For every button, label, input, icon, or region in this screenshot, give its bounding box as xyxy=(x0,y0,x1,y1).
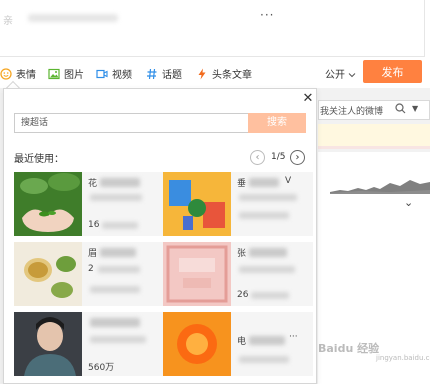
emoji-label: 表情 xyxy=(16,70,36,81)
topic-card-title: 张 xyxy=(237,249,247,259)
composer-area[interactable]: 亲 xyxy=(0,0,430,58)
blurred-title xyxy=(249,336,285,345)
baidu-watermark: Baidu 经验 xyxy=(318,342,380,355)
blurred-line xyxy=(102,222,138,229)
divider xyxy=(318,146,430,149)
blurred-line xyxy=(90,286,140,293)
topic-label: 话题 xyxy=(162,70,182,81)
video-label: 视频 xyxy=(112,70,132,81)
composer-textarea[interactable] xyxy=(0,0,425,57)
topic-card-stat: 560万 xyxy=(88,363,115,373)
blurred-title xyxy=(100,178,140,187)
tea-cup-image xyxy=(14,242,82,306)
lightning-icon xyxy=(198,68,206,79)
blurred-title xyxy=(90,318,140,327)
topic-card[interactable]: 垂 V xyxy=(163,172,313,236)
blurred-line xyxy=(239,356,289,363)
topic-search-button[interactable]: 搜索 xyxy=(248,113,306,133)
visibility-select[interactable]: 公开 xyxy=(325,66,356,81)
topic-card-stat: 16 xyxy=(88,220,100,230)
blurred-line xyxy=(239,212,289,219)
chevron-right-icon: › xyxy=(295,152,300,163)
composer-blurred-text xyxy=(28,14,118,22)
blurred-title xyxy=(249,248,287,257)
pager-next-button[interactable]: › xyxy=(290,150,305,165)
visibility-label: 公开 xyxy=(325,70,345,81)
topic-card-more[interactable]: ··· xyxy=(289,332,298,342)
blurred-line xyxy=(239,266,295,273)
chevron-down-icon xyxy=(348,73,356,78)
topic-thumbnail xyxy=(163,242,231,306)
topic-search-input[interactable]: 搜超话 xyxy=(14,113,248,133)
search-icon[interactable] xyxy=(395,103,406,114)
topic-thumbnail xyxy=(14,242,82,306)
blurred-line xyxy=(90,194,142,201)
image-label: 图片 xyxy=(64,70,84,81)
post-button[interactable]: 发布 xyxy=(363,60,422,83)
topic-thumbnail xyxy=(14,312,82,376)
topic-button[interactable]: 话题 xyxy=(146,66,182,81)
headline-article-button[interactable]: 头条文章 xyxy=(196,66,252,81)
poster-image xyxy=(163,242,231,306)
topic-thumbnail xyxy=(163,172,231,236)
topic-card[interactable]: 眉 2 xyxy=(14,242,164,306)
feed-expand-icon[interactable]: ⌄ xyxy=(404,196,413,209)
video-icon xyxy=(96,69,108,78)
hashtag-icon xyxy=(147,68,157,79)
landscape-image xyxy=(330,180,430,194)
emoji-button[interactable]: 表情 xyxy=(0,66,36,81)
emoji-icon xyxy=(0,67,12,80)
image-button[interactable]: 图片 xyxy=(48,66,84,81)
topic-card-title: 电 xyxy=(237,337,247,347)
topic-thumbnail xyxy=(14,172,82,236)
video-button[interactable]: 视频 xyxy=(96,66,132,81)
topic-card[interactable]: 电 ··· xyxy=(163,312,313,376)
topic-card[interactable]: 560万 xyxy=(14,312,164,376)
topic-card-title: 垂 xyxy=(237,179,247,189)
blurred-line xyxy=(239,194,297,201)
pager-count: 1/5 xyxy=(271,152,286,162)
topic-card-title: 眉 xyxy=(88,249,98,259)
topic-card[interactable]: 花 16 xyxy=(14,172,164,236)
orange-logo-image xyxy=(163,312,231,376)
blurred-title xyxy=(249,178,279,187)
topic-card-suffix: V xyxy=(285,176,292,186)
image-icon xyxy=(48,68,60,79)
topic-card-stat: 26 xyxy=(237,290,249,300)
cartoon-image xyxy=(163,172,231,236)
more-options-icon[interactable]: ··· xyxy=(260,8,274,22)
tea-hands-image xyxy=(14,172,82,236)
recent-used-label: 最近使用： xyxy=(14,154,64,165)
feed-search-placeholder: 我关注人的微博 xyxy=(320,107,384,117)
headline-label: 头条文章 xyxy=(212,70,252,81)
topic-thumbnail xyxy=(163,312,231,376)
topic-card-title: 花 xyxy=(88,179,98,189)
blurred-line xyxy=(251,292,289,299)
topic-card[interactable]: 张 26 xyxy=(163,242,313,306)
notice-strip xyxy=(318,124,430,147)
close-icon[interactable]: ✕ xyxy=(301,92,315,106)
person-portrait-image xyxy=(14,312,82,376)
baidu-watermark-url: jingyan.baidu.com xyxy=(376,354,430,362)
blurred-title xyxy=(100,248,136,257)
composer-text: 亲 xyxy=(3,16,13,27)
chevron-left-icon: ‹ xyxy=(255,152,260,163)
blurred-line xyxy=(90,336,146,343)
caret-down-icon[interactable]: ▼ xyxy=(412,104,418,113)
topic-card-stat: 2 xyxy=(88,264,94,274)
blurred-line xyxy=(98,266,140,273)
pager-prev-button[interactable]: ‹ xyxy=(250,150,265,165)
